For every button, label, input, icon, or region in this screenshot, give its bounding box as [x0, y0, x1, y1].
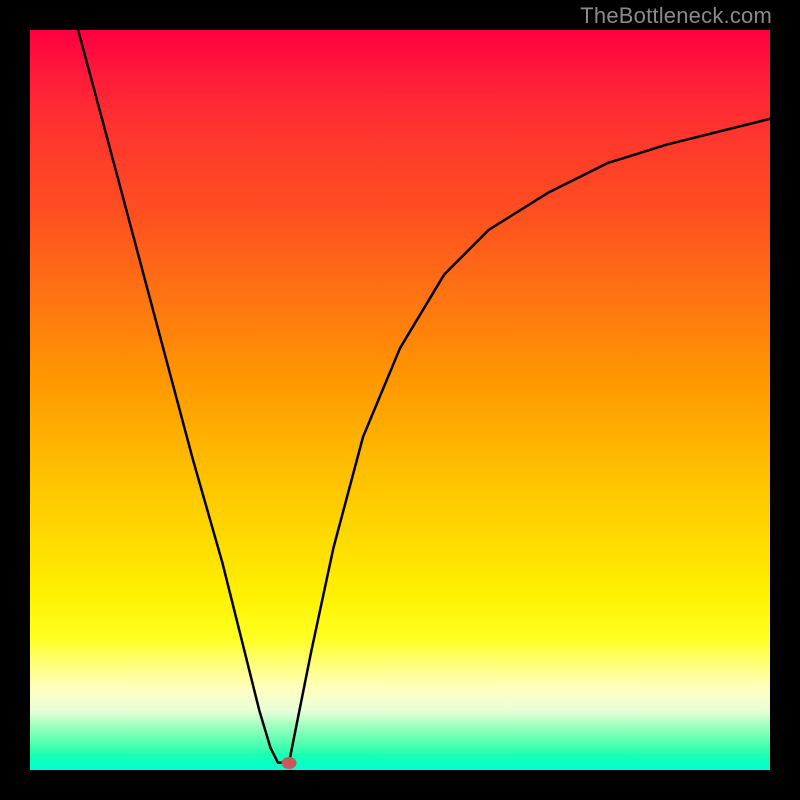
curve-svg [30, 30, 770, 770]
minimum-marker [282, 757, 297, 769]
watermark-text: TheBottleneck.com [580, 3, 772, 29]
chart-frame: TheBottleneck.com [0, 0, 800, 800]
curve-path [78, 30, 770, 763]
plot-area [30, 30, 770, 770]
